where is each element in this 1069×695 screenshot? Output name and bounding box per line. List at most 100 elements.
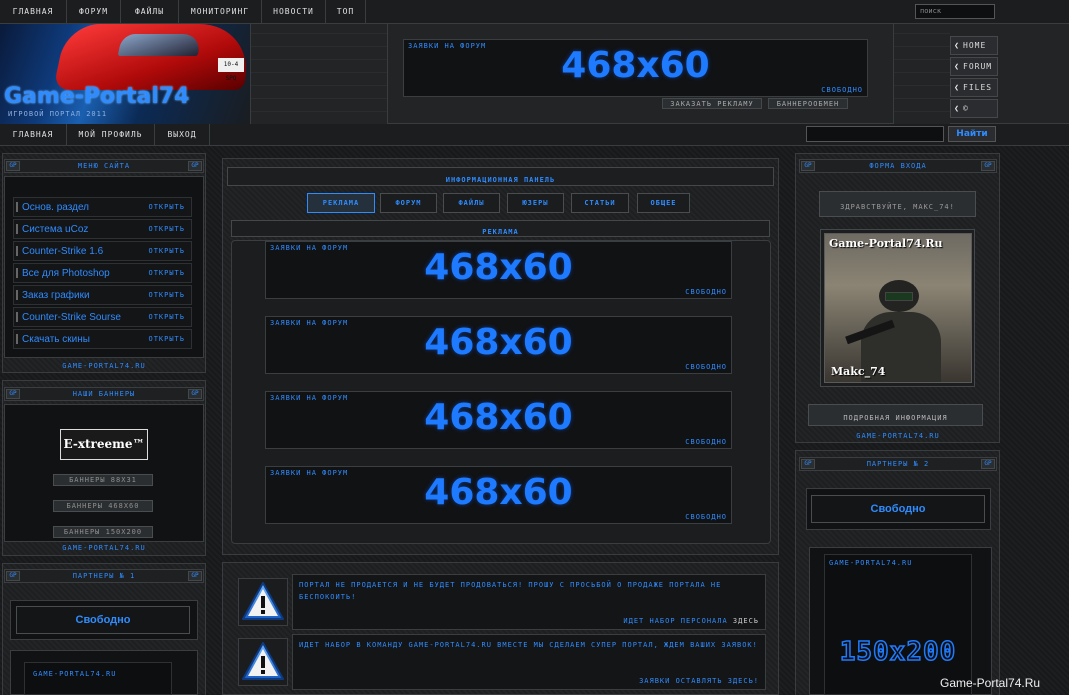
topnav-files[interactable]: ФАЙЛЫ — [121, 0, 179, 24]
extreeme-banner[interactable]: E-xtreeme™ — [60, 429, 148, 460]
topnav-top[interactable]: ТОП — [326, 0, 366, 24]
chevron-left-icon: ❮ — [954, 41, 960, 50]
menu-item[interactable]: Counter-Strike 1.6 ОТКРЫТЬ — [13, 241, 192, 261]
menu-item-open[interactable]: ОТКРЫТЬ — [148, 308, 185, 327]
ad-banner-468[interactable]: ЗАЯВКИ НА ФОРУМ 468x60 СВОБОДНО — [265, 391, 732, 449]
tab-users[interactable]: ЮЗЕРЫ — [507, 193, 564, 213]
menu-item-open[interactable]: ОТКРЫТЬ — [148, 242, 185, 261]
notice-text-box: ПОРТАЛ НЕ ПРОДАЕТСЯ И НЕ БУДЕТ ПРОДОВАТЬ… — [292, 574, 766, 630]
subnav-home[interactable]: ГЛАВНАЯ — [0, 124, 67, 146]
ad-banner-468[interactable]: ЗАЯВКИ НА ФОРУМ 468x60 СВОБОДНО — [265, 466, 732, 524]
tab-forum[interactable]: ФОРУМ — [380, 193, 437, 213]
side-link-forum[interactable]: ❮ FORUM — [950, 57, 998, 76]
top-nav: ГЛАВНАЯ ФОРУМ ФАЙЛЫ МОНИТОРИНГ НОВОСТИ Т… — [0, 0, 1069, 24]
header-divider — [250, 24, 388, 124]
notice-link-suffix: ЗДЕСЬ — [732, 617, 759, 625]
side-link-copyright[interactable]: ❮ © — [950, 99, 998, 118]
tab-files[interactable]: ФАЙЛЫ — [443, 193, 500, 213]
greeting-box: ЗДРАВСТВУЙТЕ, МАКС_74! — [819, 191, 976, 217]
partners-2-title-bar: GP ПАРТНЕРЫ № 2 GP — [799, 457, 997, 471]
avatar[interactable]: Game-Portal74.Ru Makc_74 — [824, 233, 972, 383]
gp-badge: GP — [981, 459, 995, 469]
notice-link[interactable]: ЗАЯВКИ ОСТАВЛЯТЬ ЗДЕСЬ! — [639, 677, 759, 685]
notice-link[interactable]: ИДЕТ НАБОР ПЕРСОНАЛА ЗДЕСЬ — [623, 617, 759, 625]
partners-1-title: ПАРТНЕРЫ № 1 — [72, 572, 136, 580]
site-menu-footer[interactable]: GAME-PORTAL74.RU — [4, 362, 204, 371]
gp-badge: GP — [188, 571, 202, 581]
banners-150x200-button[interactable]: БАННЕРЫ 150x200 — [53, 526, 153, 538]
gp-badge: GP — [188, 389, 202, 399]
menu-item-label: Скачать скины — [22, 334, 90, 345]
subnav-search-button[interactable]: Найти — [948, 126, 996, 142]
menu-item[interactable]: Основ. раздел ОТКРЫТЬ — [13, 197, 192, 217]
subnav-logout[interactable]: ВЫХОД — [155, 124, 210, 146]
partners-1-slot-label: GAME-PORTAL74.RU — [33, 670, 117, 678]
header-banner-468[interactable]: ЗАЯВКИ НА ФОРУМ 468x60 СВОБОДНО — [403, 39, 868, 97]
ad-banner-468[interactable]: ЗАЯВКИ НА ФОРУМ 468x60 СВОБОДНО — [265, 241, 732, 299]
tab-general[interactable]: ОБЩЕЕ — [637, 193, 690, 213]
chevron-left-icon: ❮ — [954, 104, 960, 113]
banners-468x60-button[interactable]: БАННЕРЫ 468x60 — [53, 500, 153, 512]
our-banners-body — [4, 404, 204, 542]
topnav-forum[interactable]: ФОРУМ — [67, 0, 121, 24]
banners-88x31-button[interactable]: БАННЕРЫ 88x31 — [53, 474, 153, 486]
banner-size: 468x60 — [424, 322, 573, 363]
profile-info-button[interactable]: ПОДРОБНАЯ ИНФОРМАЦИЯ — [808, 404, 983, 426]
menu-item[interactable]: Скачать скины ОТКРЫТЬ — [13, 329, 192, 349]
menu-item-open[interactable]: ОТКРЫТЬ — [148, 264, 185, 283]
menu-item[interactable]: Все для Photoshop ОТКРЫТЬ — [13, 263, 192, 283]
header-divider-right — [893, 24, 950, 124]
menu-item-label: Все для Photoshop — [22, 268, 110, 279]
partners-1-slot[interactable]: GAME-PORTAL74.RU — [24, 662, 172, 695]
menu-item-open[interactable]: ОТКРЫТЬ — [148, 198, 185, 217]
menu-item-label: Заказ графики — [22, 290, 90, 301]
topnav-news[interactable]: НОВОСТИ — [262, 0, 326, 24]
menu-item-open[interactable]: ОТКРЫТЬ — [148, 330, 185, 349]
notice-link-text: ИДЕТ НАБОР ПЕРСОНАЛА — [623, 617, 728, 625]
partners-2-slot[interactable]: GAME-PORTAL74.RU 150x200 — [824, 554, 972, 695]
our-banners-title-bar: GP НАШИ БАННЕРЫ GP — [4, 387, 204, 401]
search-input[interactable]: поиск — [915, 4, 995, 19]
ads-section-title-bar: РЕКЛАМА — [231, 220, 770, 237]
banner-size: 468x60 — [561, 45, 710, 86]
banner-free: СВОБОДНО — [685, 513, 727, 521]
subnav-search-input[interactable] — [806, 126, 944, 142]
menu-item-label: Система uCoz — [22, 224, 89, 235]
banner-free: СВОБОДНО — [685, 363, 727, 371]
tab-articles[interactable]: СТАТЬИ — [571, 193, 629, 213]
our-banners-title: НАШИ БАННЕРЫ — [72, 390, 136, 398]
menu-item-open[interactable]: ОТКРЫТЬ — [148, 220, 185, 239]
menu-item[interactable]: Система uCoz ОТКРЫТЬ — [13, 219, 192, 239]
logo-title[interactable]: Game-Portal74 — [4, 84, 190, 109]
topnav-monitoring[interactable]: МОНИТОРИНГ — [179, 0, 262, 24]
notice-message: ПОРТАЛ НЕ ПРОДАЕТСЯ И НЕ БУДЕТ ПРОДОВАТЬ… — [299, 581, 722, 601]
banner-free: СВОБОДНО — [685, 438, 727, 446]
subnav-profile[interactable]: МОЙ ПРОФИЛЬ — [67, 124, 155, 146]
ad-banner-468[interactable]: ЗАЯВКИ НА ФОРУМ 468x60 СВОБОДНО — [265, 316, 732, 374]
partners-1-title-bar: GP ПАРТНЕРЫ № 1 GP — [4, 569, 204, 583]
partners-1-free-button[interactable]: Свободно — [16, 606, 190, 634]
banner-exchange-button[interactable]: БАННЕРООБМЕН — [768, 98, 848, 109]
menu-item[interactable]: Заказ графики ОТКРЫТЬ — [13, 285, 192, 305]
tab-ads[interactable]: РЕКЛАМА — [307, 193, 375, 213]
site-menu-title: МЕНЮ САЙТА — [77, 162, 131, 170]
topnav-home[interactable]: ГЛАВНАЯ — [0, 0, 67, 24]
site-watermark: Game-Portal74.Ru — [940, 676, 1041, 690]
side-link-files[interactable]: ❮ FILES — [950, 78, 998, 97]
notice-row: ИДЕТ НАБОР В КОМАНДУ GAME-PORTAL74.RU ВМ… — [234, 634, 766, 690]
warning-icon — [238, 638, 288, 686]
chevron-left-icon: ❮ — [954, 83, 960, 92]
info-panel-title-bar: ИНФОРМАЦИОННАЯ ПАНЕЛЬ — [227, 167, 774, 186]
order-ad-button[interactable]: ЗАКАЗАТЬ РЕКЛАМУ — [662, 98, 762, 109]
side-link-home[interactable]: ❮ HOME — [950, 36, 998, 55]
menu-item-open[interactable]: ОТКРЫТЬ — [148, 286, 185, 305]
menu-item-label: Counter-Strike Sourse — [22, 312, 121, 323]
site-menu-title-bar: GP МЕНЮ САЙТА GP — [4, 159, 204, 173]
our-banners-footer[interactable]: GAME-PORTAL74.RU — [4, 544, 204, 553]
menu-item-label: Counter-Strike 1.6 — [22, 246, 104, 257]
partners-2-free-button[interactable]: Свободно — [811, 495, 985, 523]
partners-2-slot-label: GAME-PORTAL74.RU — [829, 559, 913, 567]
menu-item[interactable]: Counter-Strike Sourse ОТКРЫТЬ — [13, 307, 192, 327]
info-panel-title: ИНФОРМАЦИОННАЯ ПАНЕЛЬ — [445, 176, 556, 184]
login-form-footer[interactable]: GAME-PORTAL74.RU — [799, 432, 997, 441]
